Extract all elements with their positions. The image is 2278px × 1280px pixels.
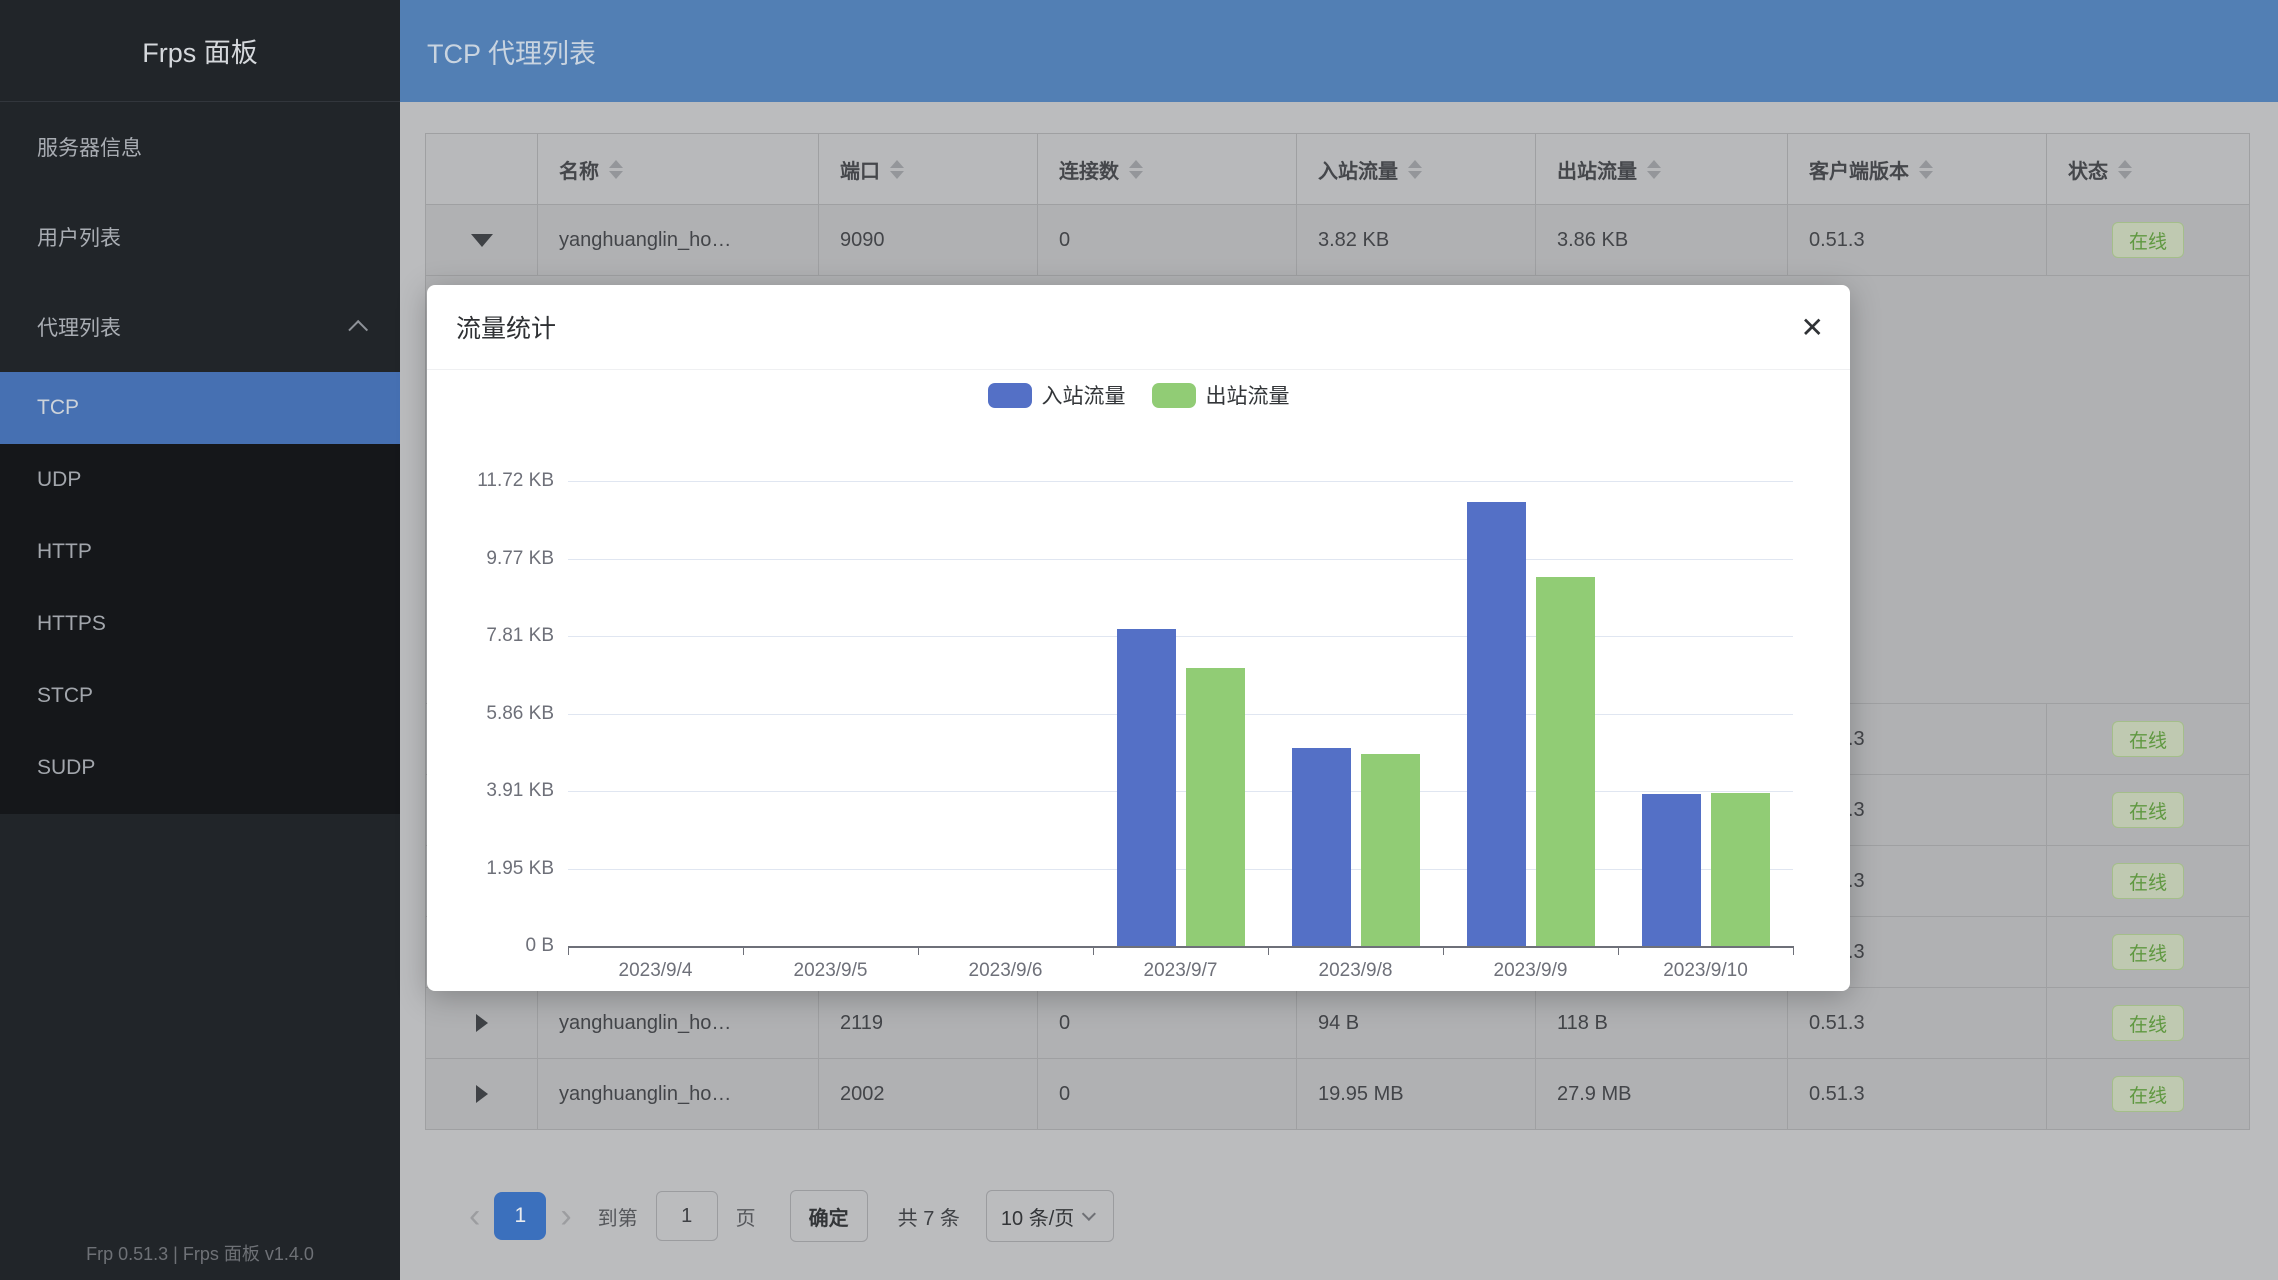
y-axis-tick-label: 5.86 KB (434, 703, 554, 725)
bar-入站流量-2023/9/8[interactable] (1292, 748, 1351, 946)
bar-入站流量-2023/9/10[interactable] (1642, 794, 1701, 946)
x-axis-tick (743, 946, 744, 955)
x-axis-tick-label: 2023/9/5 (743, 960, 918, 982)
x-axis-tick (1618, 946, 1619, 955)
traffic-stats-modal: 流量统计 ✕ 入站流量出站流量 0 B1.95 KB3.91 KB5.86 KB… (427, 285, 1850, 991)
x-axis-tick (918, 946, 919, 955)
x-axis-tick (568, 946, 569, 955)
y-axis-tick-label: 0 B (434, 935, 554, 957)
y-gridline (568, 636, 1793, 637)
x-axis-tick-label: 2023/9/7 (1093, 960, 1268, 982)
bar-入站流量-2023/9/7[interactable] (1117, 629, 1176, 946)
app-root: Frps 面板 服务器信息 用户列表 代理列表 TCPUDPHTTPHTTPSS… (0, 0, 2278, 1280)
x-axis-tick-label: 2023/9/10 (1618, 960, 1793, 982)
x-axis-tick-label: 2023/9/9 (1443, 960, 1618, 982)
bar-出站流量-2023/9/9[interactable] (1536, 577, 1595, 946)
y-gridline (568, 869, 1793, 870)
x-axis-tick (1443, 946, 1444, 955)
x-axis-tick-label: 2023/9/8 (1268, 960, 1443, 982)
y-gridline (568, 714, 1793, 715)
x-axis-tick-label: 2023/9/6 (918, 960, 1093, 982)
x-axis-line (568, 946, 1793, 948)
bar-入站流量-2023/9/9[interactable] (1467, 502, 1526, 946)
y-axis-tick-label: 1.95 KB (434, 858, 554, 880)
x-axis-tick (1093, 946, 1094, 955)
y-axis-tick-label: 11.72 KB (434, 470, 554, 492)
y-gridline (568, 481, 1793, 482)
y-axis-tick-label: 9.77 KB (434, 548, 554, 570)
y-axis-tick-label: 3.91 KB (434, 780, 554, 802)
traffic-bar-chart: 0 B 1.95 KB 3.91 KB 5.86 KB 7.81 KB 9.77 KB 11… (427, 285, 1850, 991)
bar-出站流量-2023/9/8[interactable] (1361, 754, 1420, 946)
x-axis-tick-label: 2023/9/4 (568, 960, 743, 982)
bar-出站流量-2023/9/7[interactable] (1186, 668, 1245, 946)
y-gridline (568, 791, 1793, 792)
y-gridline (568, 559, 1793, 560)
x-axis-tick (1793, 946, 1794, 955)
x-axis-tick (1268, 946, 1269, 955)
bar-出站流量-2023/9/10[interactable] (1711, 793, 1770, 946)
y-axis-tick-label: 7.81 KB (434, 625, 554, 647)
